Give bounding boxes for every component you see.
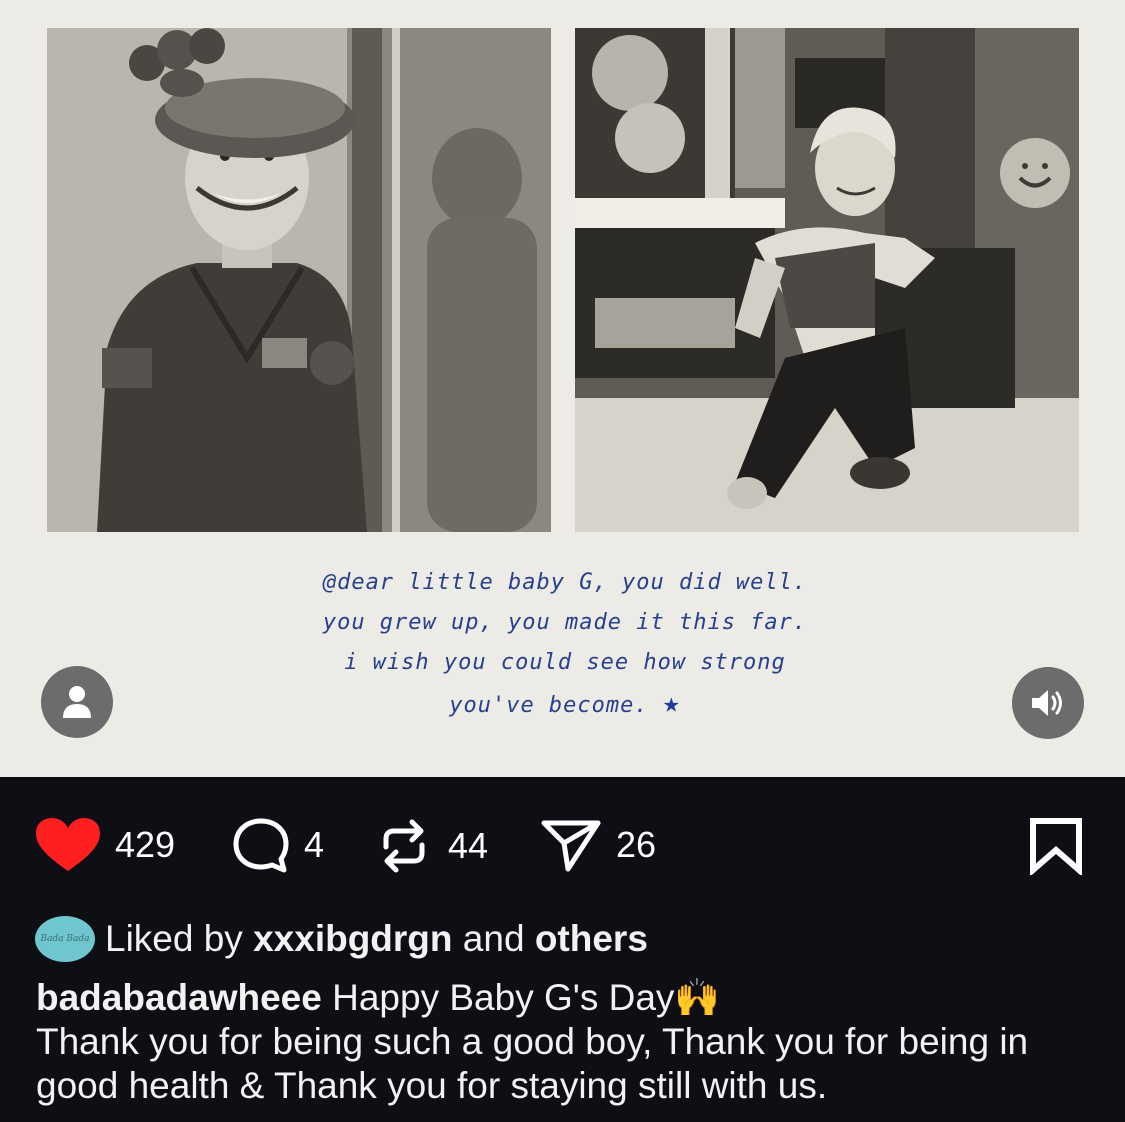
- heart-icon: [36, 818, 100, 871]
- avatar[interactable]: Bada Bada: [35, 916, 95, 962]
- like-count: 429: [115, 824, 176, 865]
- avatar-text: Bada Bada: [40, 934, 90, 944]
- share-count: 26: [616, 824, 657, 865]
- liked-by-row[interactable]: Bada Bada Liked by xxxibgdrgn and others: [35, 916, 648, 962]
- caption-username[interactable]: badabadawheee: [36, 977, 322, 1018]
- repost-button[interactable]: 44: [374, 817, 488, 875]
- user-tag-icon: [63, 686, 91, 718]
- liker-username[interactable]: xxxibgdrgn: [253, 918, 452, 959]
- like-button[interactable]: 429: [35, 817, 175, 873]
- child-photo: [47, 28, 551, 532]
- star-icon: ★: [662, 686, 681, 719]
- liked-by-prefix: Liked by: [105, 918, 243, 959]
- sound-button[interactable]: [1012, 667, 1084, 739]
- note-line: @dear little baby G, you did well.: [322, 570, 808, 595]
- share-icon: [541, 820, 601, 872]
- repost-icon: [383, 819, 425, 873]
- caption-text-line1: Happy Baby G's Day🙌: [332, 977, 721, 1018]
- comment-icon: [233, 818, 289, 873]
- party-photo: [575, 28, 1079, 532]
- note-line-text: you've become.: [449, 693, 649, 718]
- post-caption: badabadawheee Happy Baby G's Day🙌 Thank …: [36, 976, 1096, 1108]
- comment-button[interactable]: 4: [232, 817, 324, 873]
- liked-by-others[interactable]: others: [535, 918, 648, 959]
- user-tag-button[interactable]: [41, 666, 113, 738]
- bookmark-button[interactable]: [1028, 817, 1084, 880]
- liked-by-text: Liked by xxxibgdrgn and others: [105, 918, 648, 960]
- note-line: you grew up, you made it this far.: [322, 610, 808, 635]
- handwritten-note: @dear little baby G, you did well. you g…: [225, 563, 905, 726]
- share-button[interactable]: 26: [540, 817, 656, 873]
- repost-count: 44: [448, 825, 489, 866]
- bookmark-icon: [1030, 818, 1082, 877]
- caption-text-rest: Thank you for being such a good boy, Tha…: [36, 1021, 1029, 1106]
- comment-count: 4: [304, 824, 325, 865]
- note-line: i wish you could see how strong: [344, 650, 786, 675]
- speaker-icon: [1032, 690, 1062, 716]
- post-image[interactable]: @dear little baby G, you did well. you g…: [0, 0, 1125, 777]
- action-bar: 429 4 44 26: [0, 777, 1125, 897]
- note-line-last: you've become. ★: [225, 683, 905, 726]
- liked-by-connector: and: [462, 918, 525, 959]
